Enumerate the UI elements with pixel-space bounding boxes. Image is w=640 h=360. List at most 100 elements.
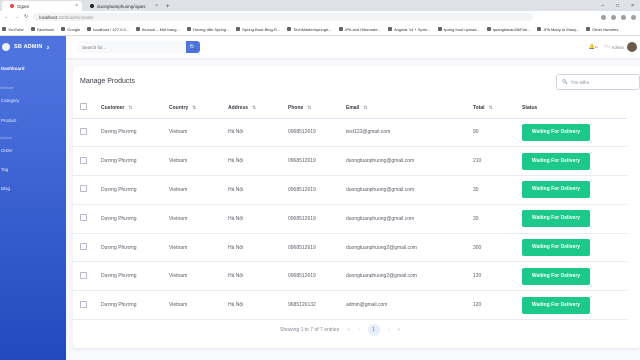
new-tab-button[interactable]: + — [162, 4, 174, 11]
extension-icon[interactable] — [601, 14, 606, 20]
prev-page-button[interactable]: ‹ — [358, 327, 360, 333]
cell-country: Vietnam — [169, 204, 228, 234]
sidebar-item-order[interactable]: Order — [0, 148, 13, 153]
tab-title: Ogani — [17, 3, 30, 9]
close-tab-icon[interactable]: × — [75, 3, 78, 9]
next-page-button[interactable]: › — [388, 327, 390, 333]
table-search[interactable]: 🔍 Tìm kiếm — [556, 74, 640, 90]
column-address[interactable]: Address ⇅ — [228, 98, 288, 119]
bookmark-item[interactable]: Facebook — [30, 27, 54, 32]
column-phone[interactable]: Phone ⇅ — [288, 98, 346, 119]
status-button[interactable]: Waiting For Delivery — [522, 181, 590, 199]
bookmark-item[interactable]: JPA Many to Many... — [537, 27, 579, 32]
column-status: Status — [522, 98, 627, 119]
row-checkbox[interactable] — [80, 185, 87, 193]
status-button[interactable]: Waiting For Delivery — [522, 123, 590, 141]
bookmark-item[interactable]: TechMaster/springb... — [287, 27, 332, 32]
cell-customer: Dương Phương — [101, 261, 169, 292]
sidebar-item-product[interactable]: Product — [0, 118, 17, 123]
sort-icon[interactable]: ⇅ — [363, 105, 367, 111]
table-row: Dương Phương Vietnam Hà Nội 0968512619 duong… — [73, 261, 627, 292]
status-button[interactable]: Waiting For Delivery — [522, 267, 590, 285]
extension-icons — [601, 14, 636, 20]
sort-icon[interactable]: ⇅ — [128, 105, 132, 111]
column-email[interactable]: Email ⇅ — [346, 98, 473, 119]
search-button[interactable]: 🔍 — [186, 41, 200, 53]
row-select-cell — [73, 290, 101, 321]
bookmark-item[interactable]: Other favorites — [586, 27, 618, 32]
column-country[interactable]: Country ⇅ — [169, 98, 228, 119]
bookmark-icon — [437, 27, 442, 31]
bookmark-icon — [486, 27, 491, 31]
sort-icon[interactable]: ⇅ — [252, 105, 256, 111]
column-total[interactable]: Total ⇅ — [473, 98, 522, 119]
bookmark-item[interactable]: Google — [61, 27, 80, 32]
first-page-button[interactable]: « — [347, 327, 350, 333]
row-checkbox[interactable] — [80, 214, 87, 222]
browser-tab-ogani[interactable]: Ogani × — [2, 1, 82, 11]
bookmark-label: thunuoi – Một trang... — [142, 26, 180, 32]
sidebar-item-category[interactable]: Category — [0, 98, 19, 103]
menu-icon[interactable] — [631, 14, 636, 20]
back-button[interactable]: ← — [4, 14, 9, 20]
bookmark-item[interactable]: spring boot upload... — [437, 27, 480, 32]
bookmark-item[interactable]: thunuoi – Một trang... — [136, 27, 180, 32]
bookmark-item[interactable]: localhost / 127.0.0... — [87, 27, 129, 32]
bookmark-icon — [186, 27, 191, 31]
sidebar-brand[interactable]: SB ADMIN 2 — [0, 36, 66, 58]
close-tab-icon[interactable]: × — [155, 3, 158, 9]
maximize-button[interactable]: □ — [616, 3, 619, 9]
sidebar-item-dashboard[interactable]: Dashboard — [0, 66, 25, 71]
cell-phone: 9685126132 — [288, 290, 346, 321]
cell-country: Vietnam — [169, 175, 228, 205]
sidebar-item-tag[interactable]: Tag — [0, 167, 8, 172]
last-page-button[interactable]: » — [397, 327, 400, 333]
profile-icon[interactable] — [621, 14, 626, 20]
status-button[interactable]: Waiting For Delivery — [522, 210, 590, 228]
cell-total: 120 — [473, 290, 522, 321]
status-button[interactable]: Waiting For Delivery — [522, 239, 590, 257]
page-1-button[interactable]: 1 — [367, 324, 380, 336]
topbar-search-input[interactable] — [78, 41, 186, 53]
bookmark-label: quangtiavan28/Flat... — [492, 26, 531, 32]
minimize-button[interactable]: – — [601, 3, 604, 9]
url-field[interactable]: localhost:4200/admin/order — [33, 13, 534, 21]
row-checkbox[interactable] — [80, 156, 87, 164]
bookmark-item[interactable]: JPA and Hibernate... — [338, 27, 381, 32]
messages-button[interactable]: ✉7 — [604, 44, 610, 50]
sidebar-item-blog[interactable]: Blog — [0, 186, 10, 191]
address-bar: ← → ↻ localhost:4200/admin/order — [0, 11, 640, 23]
bookmark-item[interactable]: quangtiavan28/Flat... — [486, 26, 531, 32]
cell-total: 120 — [473, 261, 522, 292]
user-dropdown[interactable]: Admin — [611, 42, 637, 52]
bookmark-icon — [338, 27, 343, 31]
row-checkbox[interactable] — [80, 243, 87, 251]
extension-icon[interactable] — [611, 14, 616, 20]
row-checkbox[interactable] — [80, 127, 87, 135]
bookmark-item[interactable]: Hướng dẫn Spring... — [186, 27, 229, 32]
row-checkbox[interactable] — [80, 300, 87, 308]
status-button[interactable]: Waiting For Delivery — [522, 296, 590, 314]
browser-tab-github[interactable]: duongtuanphuong/ogani × — [82, 1, 162, 11]
reload-button[interactable]: ↻ — [24, 14, 28, 20]
select-all-checkbox[interactable] — [80, 103, 87, 111]
sort-icon[interactable]: ⇅ — [307, 105, 311, 111]
row-checkbox[interactable] — [80, 271, 87, 279]
forward-button[interactable]: → — [14, 14, 19, 20]
alerts-badge: 3+ — [594, 45, 599, 49]
orders-table: Customer ⇅ Country ⇅ Address ⇅ Phone ⇅ Email… — [73, 98, 627, 321]
cell-country: Vietnam — [169, 290, 228, 321]
cell-phone: 0968512619 — [288, 175, 346, 205]
bookmark-item[interactable]: Angular 14 + Sprin... — [387, 27, 431, 32]
column-customer[interactable]: Customer ⇅ — [101, 98, 169, 119]
cell-customer: Dương Phương — [101, 233, 169, 263]
alerts-button[interactable]: 🔔3+ — [588, 44, 598, 50]
bookmark-item[interactable]: Spring-Boot-Blog-R... — [236, 27, 280, 32]
bookmark-item[interactable]: YouTube — [2, 27, 24, 32]
status-button[interactable]: Waiting For Delivery — [522, 152, 590, 170]
cell-customer: Dương Phương — [101, 204, 169, 234]
sort-icon[interactable]: ⇅ — [489, 105, 493, 111]
sort-icon[interactable]: ⇅ — [192, 105, 196, 111]
table-row: Dương Phương Vietnam Hà Nội 9685126132 admin… — [73, 290, 627, 321]
close-window-button[interactable]: × — [631, 3, 634, 9]
